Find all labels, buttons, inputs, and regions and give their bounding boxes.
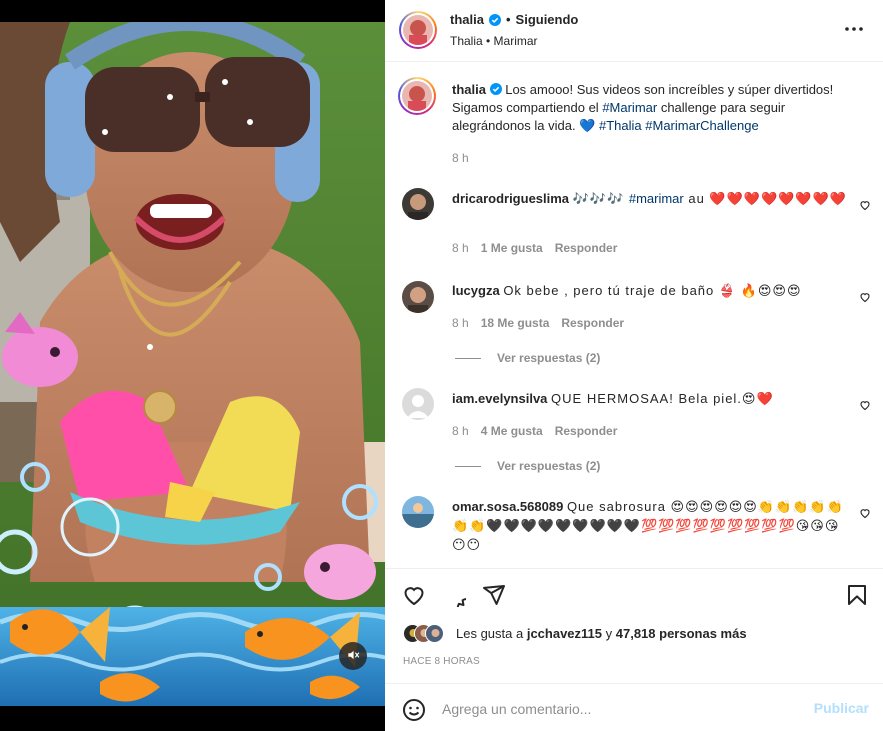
author-username[interactable]: thalia (450, 12, 484, 27)
caption-avatar[interactable] (398, 77, 436, 115)
view-replies-button[interactable]: Ver respuestas (2) (455, 351, 600, 365)
instagram-post-modal: thalia • Siguiendo Thalia • Marimar thal… (0, 0, 883, 731)
commenter-avatar[interactable] (402, 281, 434, 313)
comment-time: 8 h (452, 424, 469, 438)
reply-button[interactable]: Responder (561, 316, 624, 330)
comment-body: au ❤️❤️❤️❤️❤️❤️❤️❤️ (683, 191, 847, 206)
likes-summary: Les gusta a jcchavez115 y 47,818 persona… (403, 624, 747, 643)
commenter-avatar[interactable] (402, 388, 434, 420)
share-icon[interactable] (482, 583, 506, 607)
post-location[interactable]: Thalia • Marimar (450, 34, 538, 48)
view-replies-label[interactable]: Ver respuestas (2) (497, 351, 600, 365)
post-actions: Les gusta a jcchavez115 y 47,818 persona… (385, 568, 883, 683)
comments-list[interactable]: thalia Los amooo! Sus videos son increíb… (385, 63, 883, 568)
post-caption: thalia Los amooo! Sus videos son increíb… (452, 81, 857, 135)
separator-dot: • (505, 12, 511, 27)
comment-like-heart-icon[interactable] (859, 291, 871, 303)
speaker-muted-icon (346, 648, 360, 665)
comment-text: omar.sosa.568089 Que sabrosura 😍😍😍😍😍😍👏👏👏… (452, 497, 847, 554)
verified-badge-icon (488, 13, 501, 26)
replies-divider (455, 465, 481, 467)
post-timestamp[interactable]: HACE 8 HORAS (403, 656, 480, 667)
comment-like-heart-icon[interactable] (859, 199, 871, 211)
caption-username[interactable]: thalia (452, 82, 486, 97)
bookmark-icon[interactable] (845, 583, 869, 607)
likes-count[interactable]: 47,818 personas más (616, 626, 747, 641)
following-button[interactable]: Siguiendo (516, 12, 579, 27)
likes-text[interactable]: Les gusta a jcchavez115 y 47,818 persona… (456, 626, 747, 641)
more-options-icon[interactable] (843, 18, 865, 40)
liker-username[interactable]: jcchavez115 (527, 626, 602, 641)
comment-time: 8 h (452, 316, 469, 330)
comment-body: QUE HERMOSAA! Bela piel.😍❤️ (551, 391, 774, 406)
comment-meta: 8 h 1 Me gusta Responder (452, 241, 617, 255)
comment-username[interactable]: iam.evelynsilva (452, 391, 547, 406)
post-details-panel: thalia • Siguiendo Thalia • Marimar thal… (385, 0, 883, 731)
add-comment-bar: Publicar (385, 683, 883, 731)
caption-time: 8 h (452, 151, 469, 165)
comment-likes-count[interactable]: 4 Me gusta (481, 424, 543, 438)
liker-avatar (425, 624, 444, 643)
comment-likes-count[interactable]: 18 Me gusta (481, 316, 550, 330)
mute-toggle-button[interactable] (339, 642, 367, 670)
hashtag-link[interactable]: #Thalia (599, 118, 642, 133)
comment-icon[interactable] (442, 583, 478, 619)
heart-icon[interactable] (402, 583, 426, 607)
view-replies-label[interactable]: Ver respuestas (2) (497, 459, 600, 473)
hashtag-link[interactable]: #Marimar (602, 100, 657, 115)
comment-text: iam.evelynsilva QUE HERMOSAA! Bela piel.… (452, 389, 847, 408)
smiley-icon[interactable] (402, 698, 426, 722)
video-frame[interactable] (0, 22, 385, 706)
comment-like-heart-icon[interactable] (859, 507, 871, 519)
verified-badge-icon (489, 82, 502, 95)
comment-emoji: 🎶🎶🎶 (572, 191, 629, 206)
commenter-avatar[interactable] (402, 496, 434, 528)
comment-body: Ok bebe , pero tú traje de baño 👙 🔥😍😍😍 (503, 283, 802, 298)
post-media[interactable] (0, 0, 385, 731)
comment-username[interactable]: dricarodrigueslima (452, 191, 569, 206)
commenter-avatar[interactable] (402, 188, 434, 220)
comment-username[interactable]: lucygza (452, 283, 500, 298)
likes-prefix: Les gusta a (456, 626, 527, 641)
comment-text: lucygza Ok bebe , pero tú traje de baño … (452, 281, 847, 300)
comment-text: dricarodrigueslima 🎶🎶🎶 #marimar au ❤️❤️❤… (452, 189, 847, 208)
comment-meta: 8 h 18 Me gusta Responder (452, 316, 624, 330)
media-bottom-bar (0, 706, 385, 731)
comment-meta: 8 h 4 Me gusta Responder (452, 424, 617, 438)
comment-time: 8 h (452, 241, 469, 255)
liker-avatars (403, 624, 444, 643)
replies-divider (455, 357, 481, 359)
hashtag-link[interactable]: #marimar (629, 191, 684, 206)
view-replies-button[interactable]: Ver respuestas (2) (455, 459, 600, 473)
header-title-row: thalia • Siguiendo (450, 12, 578, 27)
reply-button[interactable]: Responder (555, 241, 618, 255)
publish-button[interactable]: Publicar (814, 700, 869, 716)
comment-like-heart-icon[interactable] (859, 399, 871, 411)
comment-likes-count[interactable]: 1 Me gusta (481, 241, 543, 255)
post-header: thalia • Siguiendo Thalia • Marimar (385, 0, 883, 62)
hashtag-link[interactable]: #MarimarChallenge (645, 118, 758, 133)
likes-connector: y (602, 626, 616, 641)
media-top-bar (0, 0, 385, 22)
author-avatar[interactable] (399, 11, 437, 49)
comment-username[interactable]: omar.sosa.568089 (452, 499, 563, 514)
video-illustration (0, 22, 385, 706)
reply-button[interactable]: Responder (555, 424, 618, 438)
comment-input[interactable] (442, 696, 802, 722)
